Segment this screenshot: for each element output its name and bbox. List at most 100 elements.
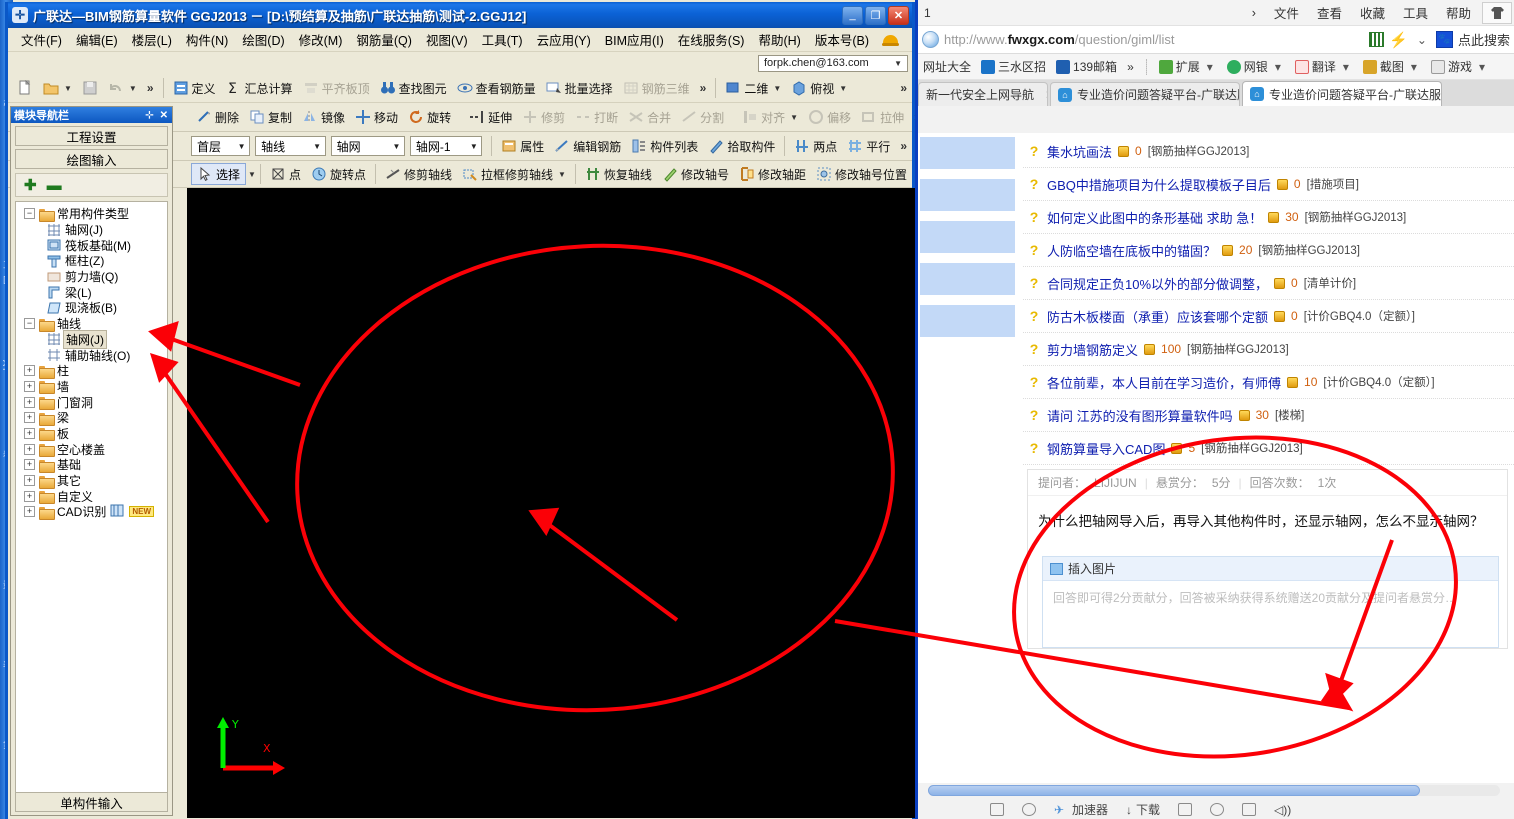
- question-row[interactable]: ? 各位前辈，本人目前在学习造价，有师傅 10 [计价GBQ4.0（定额）]: [1023, 366, 1514, 399]
- chevron-down-icon[interactable]: ▼: [310, 137, 325, 155]
- tree-item-slab-group[interactable]: + 板: [18, 426, 165, 442]
- expand-icon[interactable]: +: [24, 427, 35, 439]
- menu-item-bim[interactable]: BIM应用(I): [598, 28, 671, 51]
- tree-item-cad-recognition[interactable]: + CAD识别 NEW: [18, 504, 165, 520]
- tree-item-foundation[interactable]: + 基础: [18, 457, 165, 473]
- delete-button[interactable]: 删除: [191, 106, 244, 129]
- sound-icon[interactable]: ◁)): [1274, 803, 1291, 817]
- privacy-icon[interactable]: [1210, 803, 1225, 816]
- pin-icon[interactable]: ⊹: [145, 110, 153, 121]
- browser-menu-file[interactable]: 文件: [1265, 3, 1308, 22]
- menu-item-draw[interactable]: 绘图(D): [235, 28, 291, 51]
- split-screen-icon[interactable]: [1178, 803, 1193, 816]
- top-view-button[interactable]: 俯视 ▼: [786, 77, 852, 100]
- scrollbar-thumb[interactable]: [928, 785, 1420, 796]
- qr-icon[interactable]: [1369, 32, 1385, 47]
- tree-item-axis-grid-selected[interactable]: 轴网(J): [18, 329, 165, 349]
- tree-item-custom[interactable]: + 自定义: [18, 488, 165, 505]
- tree-item-shear-wall[interactable]: 剪力墙(Q): [18, 269, 165, 285]
- properties-button[interactable]: 属性: [496, 135, 549, 158]
- question-row[interactable]: ? 防古木板楼面（承重）应该套哪个定额 0 [计价GBQ4.0（定额）]: [1023, 300, 1514, 333]
- toolbar-overflow-1[interactable]: »: [142, 81, 159, 95]
- answer-editor[interactable]: 插入图片 回答即可得2分贡献分，回答被采纳获得系统赠送20贡献分及提问者悬赏分…: [1042, 556, 1499, 648]
- edit-axis-number-button[interactable]: 修改轴号: [657, 163, 734, 186]
- shield-icon[interactable]: [1022, 803, 1036, 816]
- tree-item-other[interactable]: + 其它: [18, 473, 165, 489]
- define-button[interactable]: 定义: [168, 77, 221, 100]
- helmet-icon[interactable]: [882, 32, 900, 48]
- project-settings-button[interactable]: 工程设置: [15, 126, 168, 146]
- tree-item-beam[interactable]: 梁(L): [18, 284, 165, 300]
- box-trim-axis-button[interactable]: 拉框修剪轴线 ▼: [457, 163, 571, 186]
- browser-menu-tools[interactable]: 工具: [1394, 3, 1437, 22]
- edit-axis-spacing-button[interactable]: 修改轴距: [734, 163, 811, 186]
- add-icon[interactable]: ✚: [24, 176, 37, 194]
- question-title[interactable]: 各位前辈，本人目前在学习造价，有师傅: [1047, 373, 1281, 392]
- question-row[interactable]: ? 集水坑画法 0 [钢筋抽样GGJ2013]: [1023, 135, 1514, 168]
- tree-item-common-types[interactable]: − 常用构件类型: [18, 206, 165, 222]
- browser-menu-help[interactable]: 帮助: [1437, 3, 1480, 22]
- component-list-button[interactable]: 构件列表: [626, 135, 703, 158]
- menu-item-component[interactable]: 构件(N): [179, 28, 235, 51]
- chevron-down-icon[interactable]: ▼: [773, 84, 781, 93]
- chevron-down-icon[interactable]: ▾: [1475, 60, 1489, 74]
- chevron-down-icon[interactable]: ▼: [891, 59, 905, 68]
- bookmark-sanshui[interactable]: 三水区招: [978, 58, 1049, 75]
- tree-item-frame-column[interactable]: 框柱(Z): [18, 253, 165, 269]
- close-button[interactable]: ✕: [888, 5, 909, 25]
- collapse-icon[interactable]: −: [24, 318, 35, 330]
- open-file-button[interactable]: ▼: [38, 77, 77, 100]
- menu-item-rebar-quantity[interactable]: 钢筋量(Q): [349, 28, 419, 51]
- expand-icon[interactable]: +: [24, 412, 35, 424]
- menu-item-help[interactable]: 帮助(H): [751, 28, 807, 51]
- new-file-button[interactable]: [12, 77, 38, 100]
- search-input[interactable]: 点此搜索: [1458, 30, 1510, 49]
- tool-bank[interactable]: 网银 ▾: [1224, 58, 1288, 75]
- question-title[interactable]: 合同规定正负10%以外的部分做调整，: [1047, 274, 1268, 293]
- lightning-icon[interactable]: ⚡: [1389, 31, 1408, 49]
- shirt-icon[interactable]: [1482, 1, 1512, 24]
- question-row-selected[interactable]: ? 钢筋算量导入CAD图 5 [钢筋抽样GGJ2013]: [1023, 432, 1514, 465]
- collapse-icon[interactable]: −: [24, 208, 35, 220]
- single-component-input-button[interactable]: 单构件输入: [15, 792, 168, 812]
- tool-translate[interactable]: 翻译 ▾: [1292, 58, 1356, 75]
- component-tree[interactable]: − 常用构件类型 轴网(J) 筏板基础(M) 框柱(Z) 剪力墙(Q) 梁(L)…: [15, 201, 168, 804]
- menu-item-cloud[interactable]: 云应用(Y): [530, 28, 598, 51]
- toolbar-overflow-3[interactable]: »: [895, 81, 912, 95]
- mirror-button[interactable]: 镜像: [297, 106, 350, 129]
- tree-item-aux-axis[interactable]: 辅助轴线(O): [18, 347, 165, 363]
- drawing-viewport[interactable]: Y X: [187, 188, 920, 818]
- accelerator-button[interactable]: ✈ 加速器: [1054, 801, 1108, 818]
- chevron-down-icon[interactable]: ▼: [234, 137, 249, 155]
- component-instance-selector[interactable]: 轴网-1 ▼: [409, 136, 483, 156]
- view-mode-2d-button[interactable]: 二维 ▼: [720, 77, 786, 100]
- parallel-button[interactable]: 平行: [842, 135, 895, 158]
- question-title[interactable]: 剪力墙钢筋定义: [1047, 340, 1138, 359]
- account-combo[interactable]: forpk.chen@163.com ▼: [758, 54, 908, 72]
- close-icon[interactable]: ✕: [1045, 88, 1047, 102]
- pick-component-button[interactable]: 拾取构件: [703, 135, 780, 158]
- question-row[interactable]: ? 人防临空墙在底板中的锚固？ 20 [钢筋抽样GGJ2013]: [1023, 234, 1514, 267]
- chevron-down-icon[interactable]: ▼: [248, 170, 256, 179]
- chevron-down-icon[interactable]: ▼: [466, 137, 481, 155]
- expand-icon[interactable]: +: [24, 459, 35, 471]
- expand-icon[interactable]: +: [24, 506, 35, 518]
- tree-item-wall[interactable]: + 墙: [18, 379, 165, 395]
- extend-button[interactable]: 延伸: [464, 106, 517, 129]
- bookmark-url-collection[interactable]: 网址大全: [920, 58, 974, 75]
- select-tool-button[interactable]: 选择: [191, 163, 247, 185]
- window-icon[interactable]: [990, 803, 1004, 816]
- chevron-right-icon[interactable]: ›: [1243, 6, 1265, 20]
- view-rebar-quantity-button[interactable]: 查看钢筋量: [452, 77, 541, 100]
- tree-item-raft-foundation[interactable]: 筏板基础(M): [18, 237, 165, 253]
- chevron-down-icon[interactable]: ▼: [64, 84, 72, 93]
- answer-textarea[interactable]: 回答即可得2分贡献分，回答被采纳获得系统赠送20贡献分及提问者悬赏分…: [1043, 581, 1498, 647]
- question-row[interactable]: ? 剪力墙钢筋定义 100 [钢筋抽样GGJ2013]: [1023, 333, 1514, 366]
- tree-item-cast-slab[interactable]: 现浇板(B): [18, 300, 165, 316]
- edit-rebar-button[interactable]: 编辑钢筋: [549, 135, 626, 158]
- question-title[interactable]: GBQ中措施项目为什么提取模板子目后: [1047, 175, 1271, 194]
- tool-screenshot[interactable]: 截图 ▾: [1360, 58, 1424, 75]
- question-row[interactable]: ? GBQ中措施项目为什么提取模板子目后 0 [措施项目]: [1023, 168, 1514, 201]
- tree-item-hollow-floor[interactable]: + 空心楼盖: [18, 441, 165, 458]
- edit-axis-number-position-button[interactable]: 修改轴号位置: [811, 163, 912, 186]
